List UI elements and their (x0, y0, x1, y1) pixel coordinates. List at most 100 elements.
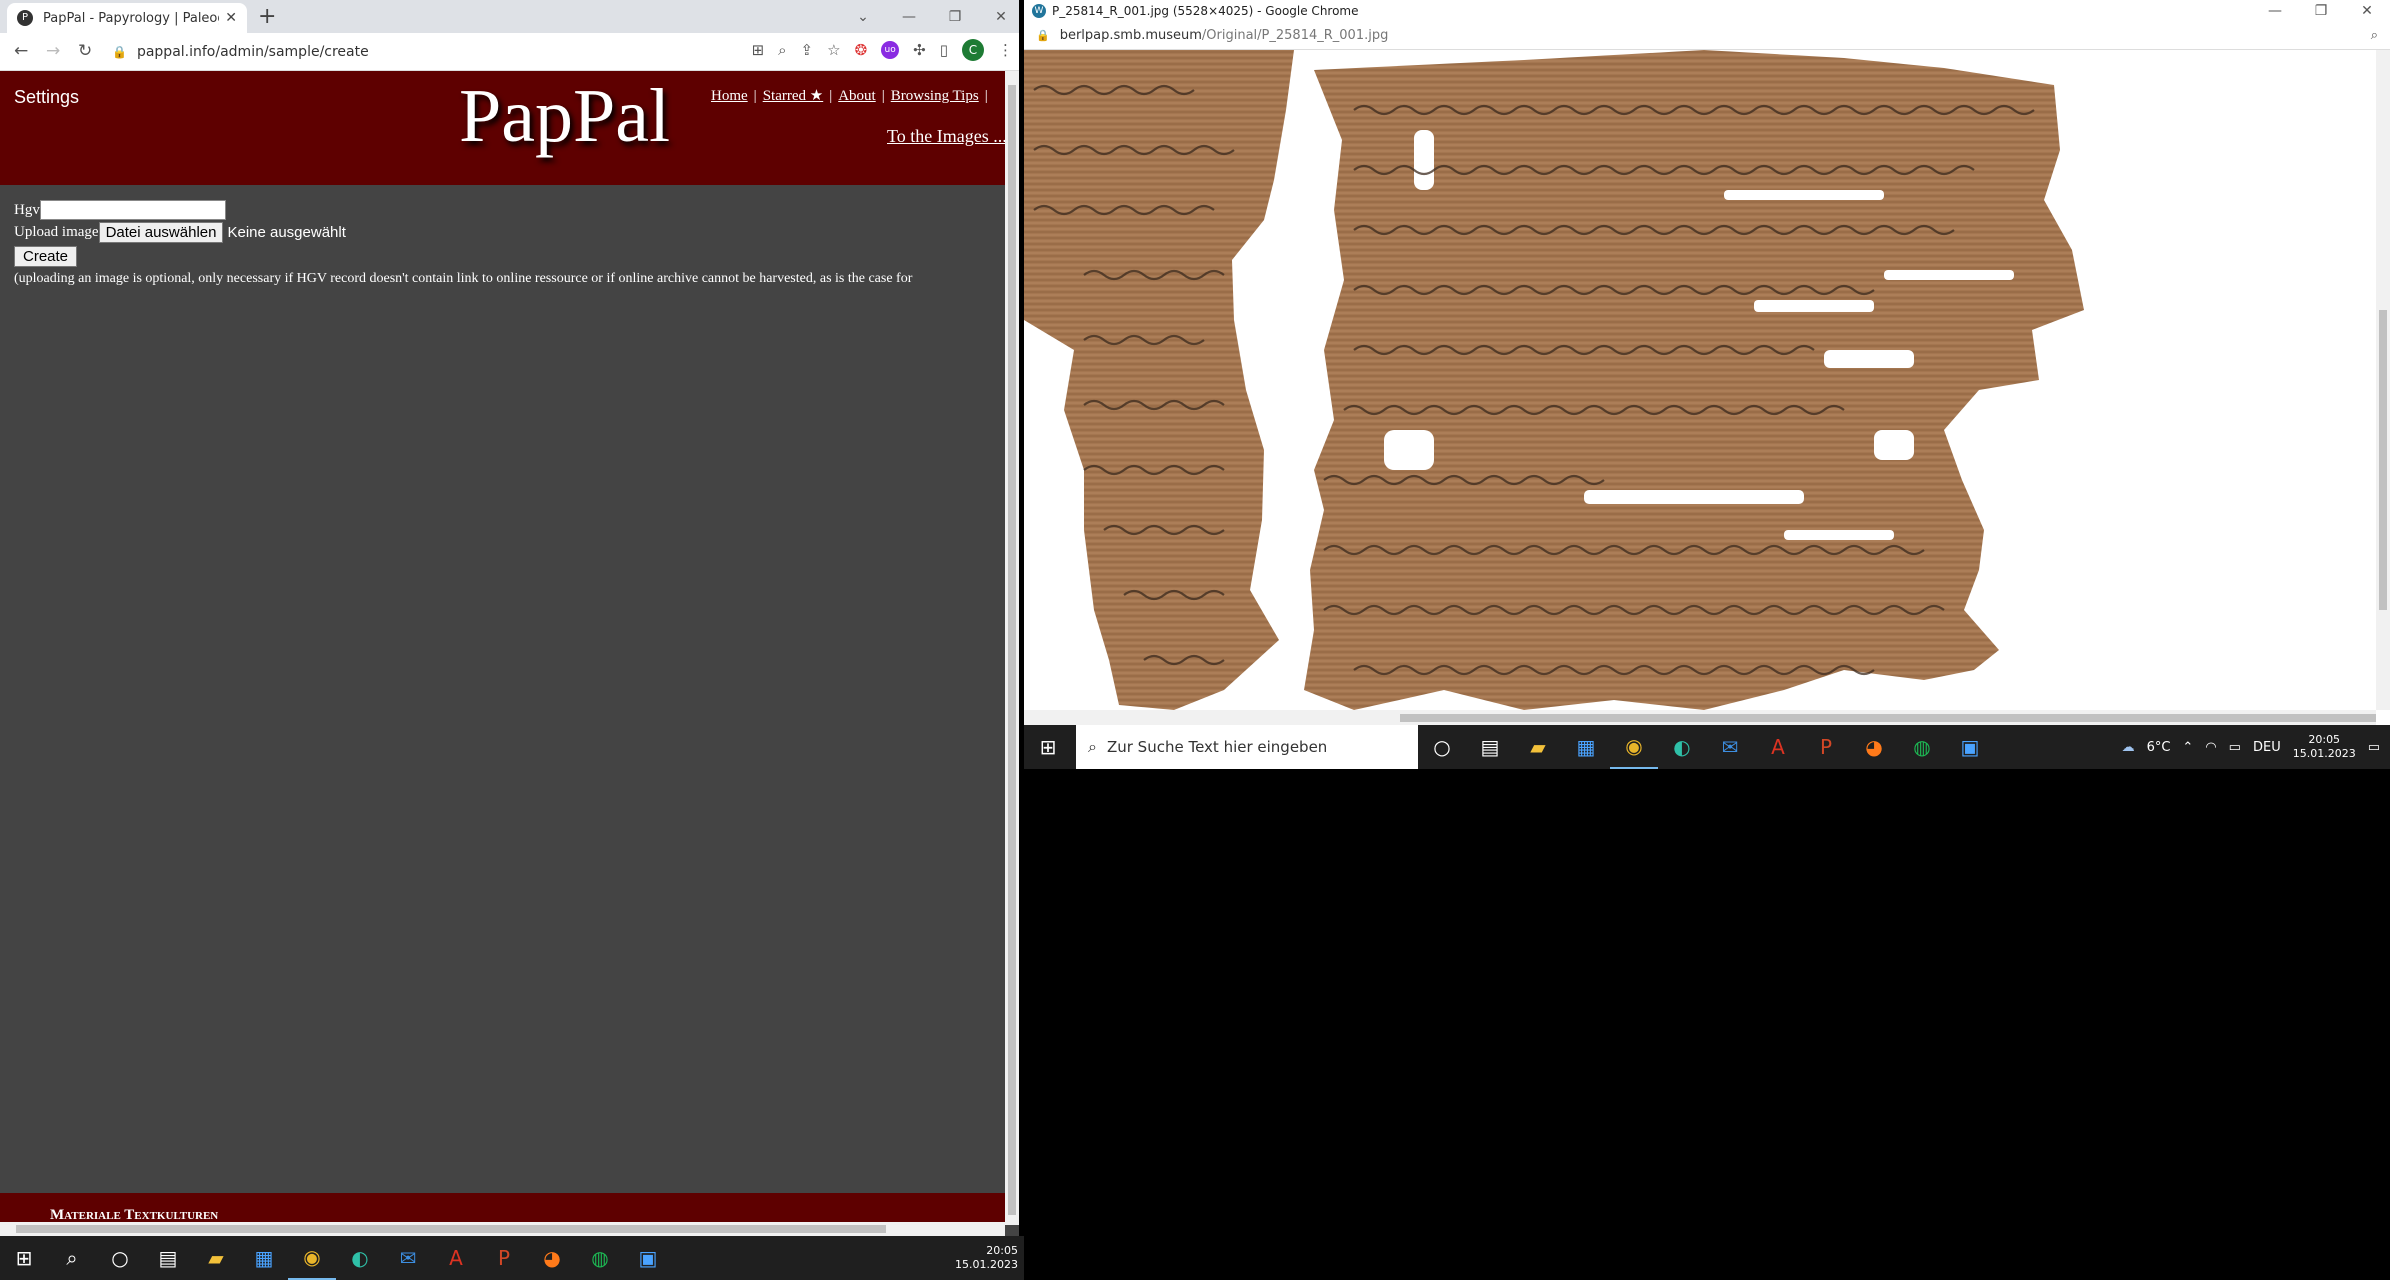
zoom-icon[interactable]: ⌕ (2371, 28, 2378, 43)
upload-image-label: Upload image (14, 223, 99, 240)
minimize-icon[interactable]: — (2252, 3, 2298, 19)
tab-pappal[interactable]: P PapPal - Papyrology | Paleograph ✕ (7, 3, 247, 33)
tab-bar: P PapPal - Papyrology | Paleograph ✕ + ⌄… (0, 0, 1019, 33)
taskbar-clock[interactable]: 20:05 15.01.2023 (2293, 733, 2356, 761)
minimize-icon[interactable]: — (886, 9, 932, 25)
clock-date: 15.01.2023 (2292, 747, 2356, 760)
nav-about[interactable]: About (838, 88, 876, 104)
window-title-bar: W P_25814_R_001.jpg (5528×4025) - Google… (1024, 0, 2390, 22)
scrollbar-thumb[interactable] (2379, 310, 2387, 610)
site-logo[interactable]: PapPal (459, 73, 670, 160)
bookmark-star-icon[interactable]: ☆ (827, 41, 840, 59)
nav-starred[interactable]: Starred ★ (763, 88, 824, 104)
network-icon[interactable]: ◠ (2205, 740, 2216, 755)
hgv-input[interactable] (39, 200, 226, 220)
extension-purple-icon[interactable]: uo (881, 41, 900, 59)
restore-icon[interactable]: ❐ (2298, 3, 2344, 19)
scrollbar-thumb[interactable] (16, 1225, 886, 1233)
create-button[interactable]: Create (14, 245, 78, 267)
weather-temp[interactable]: 6°C (2147, 740, 2171, 755)
translate-icon[interactable]: ⊞ (752, 41, 765, 59)
extensions-puzzle-icon[interactable]: ✣ (913, 41, 926, 59)
create-sample-form: Hgv Upload image Datei auswählen Keine a… (14, 199, 912, 287)
windows-start-icon[interactable]: ⊞ (1024, 725, 1072, 769)
taskbar-clock[interactable]: 20:05 15.01.2023 (955, 1244, 1024, 1272)
photos-icon[interactable]: ▣ (624, 1236, 672, 1280)
vertical-scrollbar[interactable] (2376, 50, 2390, 710)
store-icon[interactable]: ▦ (1562, 725, 1610, 769)
extension-red-icon[interactable]: ❂ (855, 41, 868, 59)
menu-kebab-icon[interactable]: ⋮ (998, 41, 1013, 59)
firefox-icon[interactable]: ◕ (1850, 725, 1898, 769)
side-panel-icon[interactable]: ▯ (940, 41, 948, 59)
forward-icon[interactable]: → (46, 41, 60, 61)
nav-browsing-tips[interactable]: Browsing Tips (891, 88, 979, 104)
windows-start-icon[interactable]: ⊞ (0, 1236, 48, 1280)
reload-icon[interactable]: ↻ (78, 41, 92, 61)
acrobat-icon[interactable]: A (432, 1236, 480, 1280)
photos-icon[interactable]: ▣ (1946, 725, 1994, 769)
file-explorer-icon[interactable]: ▰ (192, 1236, 240, 1280)
horizontal-scrollbar[interactable] (1024, 710, 2376, 725)
powerpoint-icon[interactable]: P (480, 1236, 528, 1280)
chrome-icon[interactable]: ◉ (1610, 725, 1658, 769)
acrobat-icon[interactable]: A (1754, 725, 1802, 769)
powerpoint-icon[interactable]: P (1802, 725, 1850, 769)
mail-icon[interactable]: ✉ (1706, 725, 1754, 769)
edge-icon[interactable]: ◐ (1658, 725, 1706, 769)
spotify-icon[interactable]: ◍ (1898, 725, 1946, 769)
cortana-icon[interactable]: ○ (1418, 725, 1466, 769)
share-icon[interactable]: ⇪ (801, 41, 814, 59)
choose-file-button[interactable]: Datei auswählen (98, 221, 224, 243)
address-bar[interactable]: 🔒 berlpap.smb.museum/Original/P_25814_R_… (1024, 22, 2390, 50)
window-controls: ⌄ — ❐ ✕ (840, 0, 1019, 33)
close-window-icon[interactable]: ✕ (2344, 3, 2390, 19)
close-tab-icon[interactable]: ✕ (225, 10, 237, 26)
system-tray: ☁ 6°C ⌃ ◠ ▭ DEU 20:05 15.01.2023 ▭ (2122, 733, 2390, 761)
edge-icon[interactable]: ◐ (336, 1236, 384, 1280)
to-the-images-link[interactable]: To the Images ... (887, 126, 1005, 147)
hgv-label: Hgv (14, 201, 40, 218)
clock-time: 20:05 (986, 1244, 1018, 1257)
tray-chevron-icon[interactable]: ⌃ (2182, 740, 2193, 755)
battery-icon[interactable]: ▭ (2229, 740, 2241, 755)
settings-link[interactable]: Settings (14, 87, 79, 108)
cortana-icon[interactable]: ○ (96, 1236, 144, 1280)
restore-icon[interactable]: ❐ (932, 9, 978, 25)
nav-separator: | (881, 88, 885, 104)
firefox-icon[interactable]: ◕ (528, 1236, 576, 1280)
profile-avatar[interactable]: C (962, 39, 984, 61)
spotify-icon[interactable]: ◍ (576, 1236, 624, 1280)
mail-icon[interactable]: ✉ (384, 1236, 432, 1280)
page-content: Settings PapPal Home | Starred ★ | About | Bro… (0, 71, 1005, 1225)
lock-icon: 🔒 (1036, 29, 1050, 42)
right-browser-window: W P_25814_R_001.jpg (5528×4025) - Google… (1024, 0, 2390, 725)
zoom-icon[interactable]: ⌕ (778, 41, 786, 59)
horizontal-scrollbar[interactable] (0, 1222, 1005, 1236)
address-bar[interactable]: 🔒 pappal.info/admin/sample/create (112, 38, 672, 66)
vertical-scrollbar[interactable] (1005, 71, 1019, 1225)
lock-icon: 🔒 (112, 45, 127, 59)
left-browser-window: P PapPal - Papyrology | Paleograph ✕ + ⌄… (0, 0, 1019, 1256)
weather-cloud-icon[interactable]: ☁ (2122, 740, 2135, 755)
site-header: Settings PapPal Home | Starred ★ | About | Bro… (0, 71, 1005, 185)
papyrus-image-view[interactable] (1024, 50, 2376, 710)
close-window-icon[interactable]: ✕ (978, 9, 1019, 25)
nav-home[interactable]: Home (711, 88, 748, 104)
papyrus-image (1024, 50, 2084, 710)
scrollbar-thumb[interactable] (1008, 85, 1016, 1215)
file-explorer-icon[interactable]: ▰ (1514, 725, 1562, 769)
task-view-icon[interactable]: ▤ (1466, 725, 1514, 769)
tab-search-icon[interactable]: ⌄ (840, 9, 886, 25)
search-icon[interactable]: ⌕ (48, 1236, 96, 1280)
scrollbar-thumb[interactable] (1400, 714, 2376, 722)
notification-icon[interactable]: ▭ (2368, 740, 2380, 755)
task-view-icon[interactable]: ▤ (144, 1236, 192, 1280)
taskbar-search-box[interactable]: ⌕ Zur Suche Text hier eingeben (1076, 725, 1418, 769)
language-indicator[interactable]: DEU (2253, 740, 2281, 755)
new-tab-button[interactable]: + (258, 4, 276, 29)
back-icon[interactable]: ← (14, 41, 28, 61)
url-host: berlpap.smb.museum (1059, 28, 1202, 43)
store-icon[interactable]: ▦ (240, 1236, 288, 1280)
chrome-icon[interactable]: ◉ (288, 1236, 336, 1280)
